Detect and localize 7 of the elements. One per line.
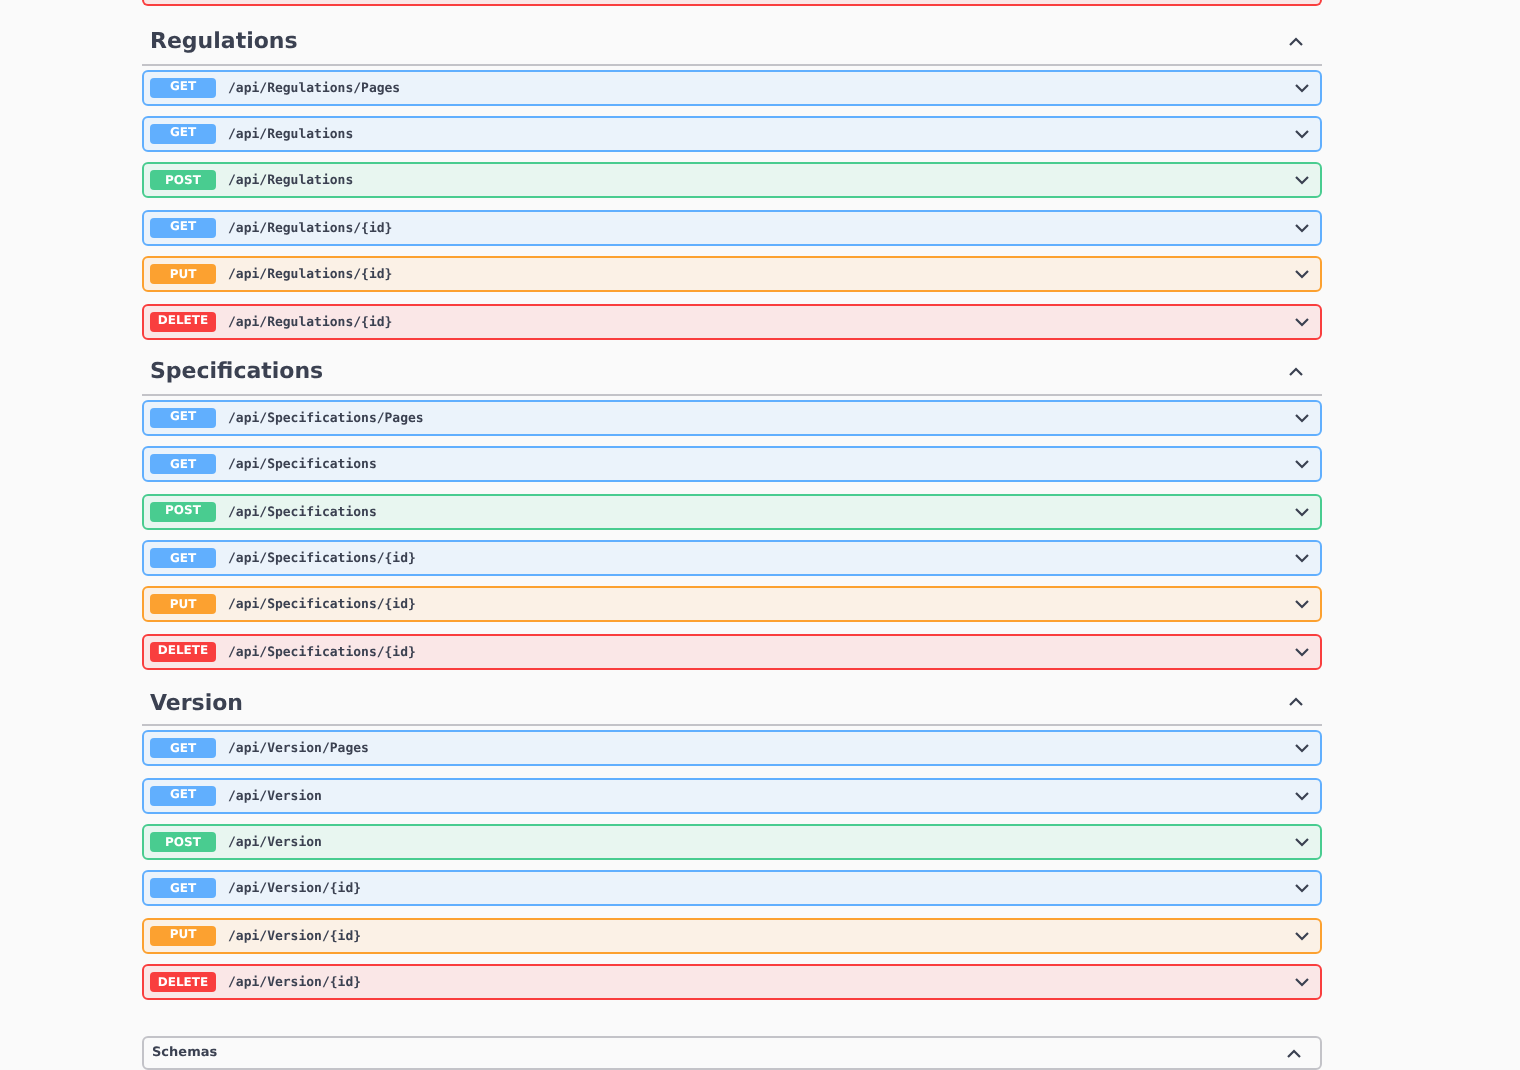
section-header[interactable]: Version xyxy=(142,680,1322,727)
section-title: Specifications xyxy=(150,358,324,385)
section-header[interactable]: Regulations xyxy=(142,19,1322,66)
section-title: Regulations xyxy=(150,28,298,55)
operation-row[interactable] xyxy=(142,0,1322,6)
section-title: Version xyxy=(150,689,244,716)
section-header[interactable]: Specifications xyxy=(142,349,1322,396)
